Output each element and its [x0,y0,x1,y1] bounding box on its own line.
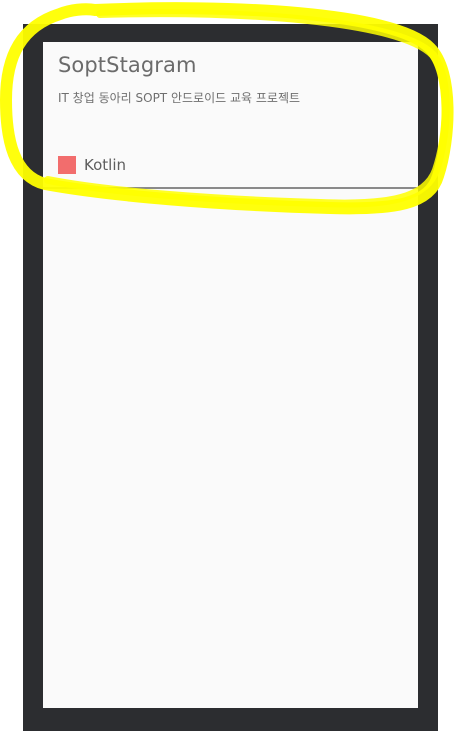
app-screen: SoptStagram IT 창업 동아리 SOPT 안드로이드 교육 프로젝트… [43,42,418,708]
language-label: Kotlin [84,156,126,174]
language-color-swatch [58,156,76,174]
language-row: Kotlin [58,155,126,175]
app-title: SoptStagram [58,53,197,77]
page: SoptStagram IT 창업 동아리 SOPT 안드로이드 교육 프로젝트… [0,0,462,731]
header-divider [43,187,418,189]
app-subtitle: IT 창업 동아리 SOPT 안드로이드 교육 프로젝트 [58,91,301,105]
